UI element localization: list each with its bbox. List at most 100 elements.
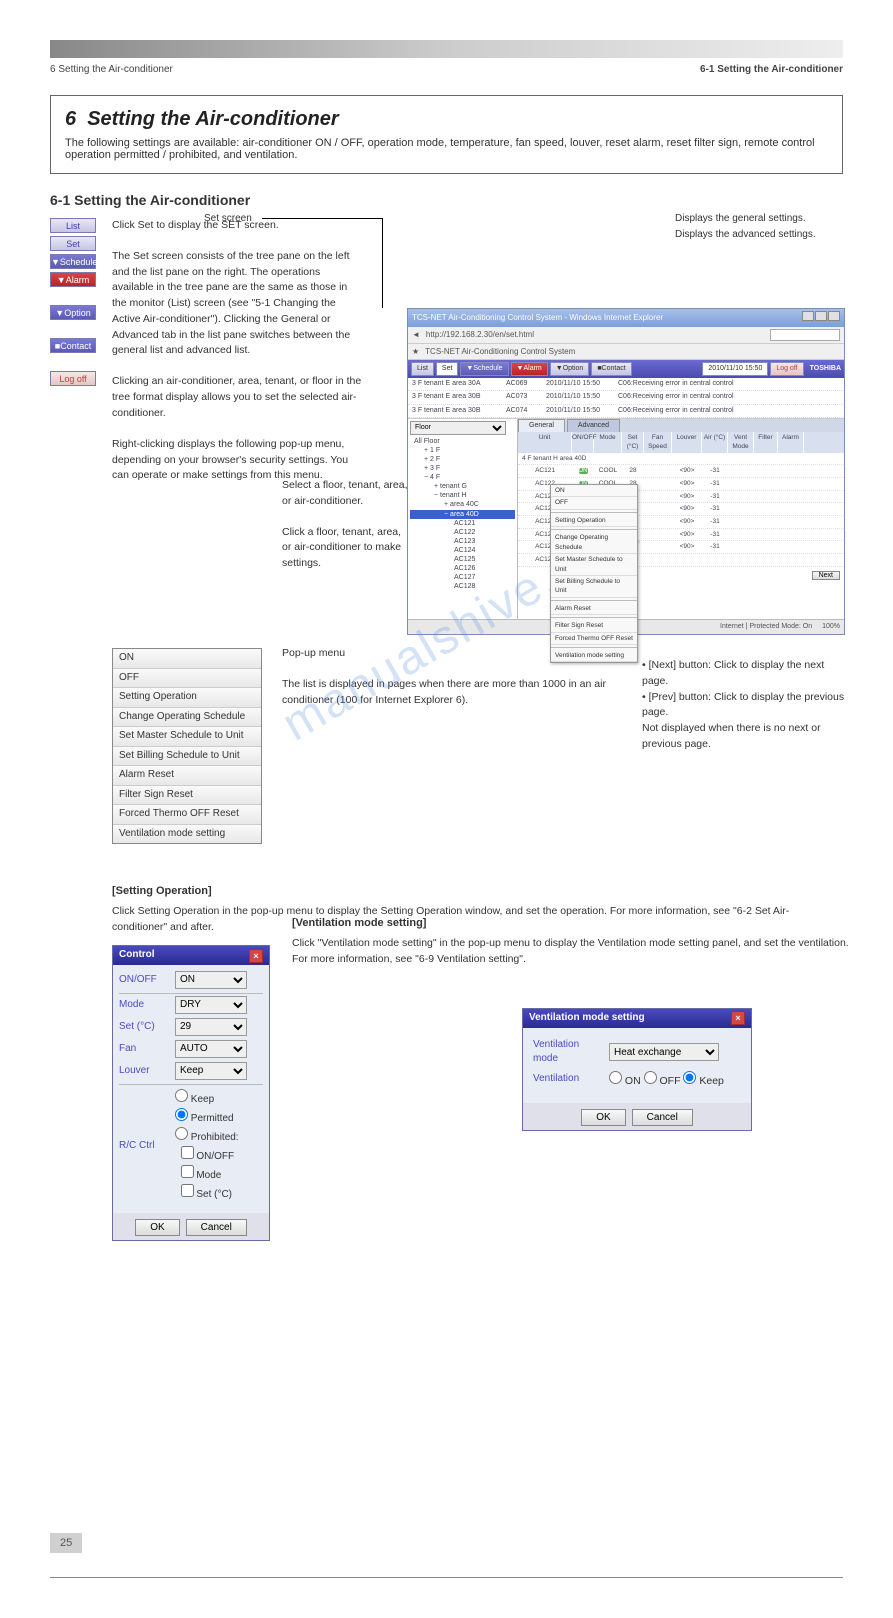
rc-prohibit-set[interactable]: Set (°C) bbox=[181, 1189, 232, 1200]
nav-contact-button[interactable]: ■Contact bbox=[50, 338, 96, 353]
nav-alarm-button[interactable]: ▼Alarm bbox=[50, 272, 96, 287]
vent-keep[interactable]: Keep bbox=[683, 1075, 723, 1087]
vent-mode-select[interactable]: Heat exchange bbox=[609, 1043, 719, 1061]
callout-general: Displays the general settings. bbox=[675, 212, 845, 227]
vent-cancel-button[interactable]: Cancel bbox=[632, 1109, 693, 1126]
tree-floor[interactable]: + 3 F bbox=[410, 464, 515, 473]
app-menubar: List Set ▼Schedule ▼Alarm ▼Option ■Conta… bbox=[408, 360, 844, 378]
set-select[interactable]: 29 bbox=[175, 1018, 247, 1036]
mode-select[interactable]: DRY bbox=[175, 996, 247, 1014]
ctx-item[interactable]: OFF bbox=[113, 669, 261, 689]
alarm-row: 3 F tenant E area 30BAC0742010/11/10 15:… bbox=[408, 405, 844, 418]
search-box[interactable] bbox=[770, 329, 840, 341]
rc-ctrl-label: R/C Ctrl bbox=[119, 1139, 169, 1154]
nav-logoff-button[interactable]: Log off bbox=[50, 371, 96, 386]
favorites-icon[interactable]: ★ bbox=[412, 346, 419, 358]
area-label: 4 F tenant H area 40D bbox=[518, 453, 844, 465]
ctx-item[interactable]: Ventilation mode setting bbox=[113, 825, 261, 844]
ctx-item[interactable]: Set Billing Schedule to Unit bbox=[113, 747, 261, 767]
tree-ac[interactable]: AC126 bbox=[410, 564, 515, 573]
vent-off[interactable]: OFF bbox=[644, 1075, 681, 1087]
alarm-list: 3 F tenant E area 30AAC0692010/11/10 15:… bbox=[408, 378, 844, 418]
vent-ok-button[interactable]: OK bbox=[581, 1109, 625, 1126]
rc-keep[interactable]: Keep bbox=[175, 1094, 214, 1105]
vent-mode-label: Ventilation mode bbox=[533, 1038, 603, 1067]
mb-option[interactable]: ▼Option bbox=[550, 362, 590, 376]
tree-ac[interactable]: AC128 bbox=[410, 582, 515, 591]
vent-label: Ventilation bbox=[533, 1072, 603, 1087]
tree-tenant[interactable]: − tenant H bbox=[410, 491, 515, 500]
mb-alarm[interactable]: ▼Alarm bbox=[511, 362, 548, 376]
nav-list-button[interactable]: List bbox=[50, 218, 96, 233]
tree-floor[interactable]: − 4 F bbox=[410, 473, 515, 482]
ctx-item[interactable]: Filter Sign Reset bbox=[113, 786, 261, 806]
nav-schedule-button[interactable]: ▼Schedule bbox=[50, 254, 96, 269]
brand-label: TOSHIBA bbox=[810, 364, 841, 374]
control-panel-title: Control bbox=[119, 948, 155, 963]
vent-on[interactable]: ON bbox=[609, 1075, 641, 1087]
subsection-title: 6-1 Setting the Air-conditioner bbox=[50, 192, 843, 208]
mb-logoff[interactable]: Log off bbox=[770, 362, 803, 376]
rc-permitted[interactable]: Permitted bbox=[175, 1113, 234, 1124]
louver-select[interactable]: Keep bbox=[175, 1062, 247, 1080]
tab-general[interactable]: General bbox=[518, 419, 565, 432]
ctx-item[interactable]: Alarm Reset bbox=[113, 766, 261, 786]
rc-prohibit-onoff[interactable]: ON/OFF bbox=[181, 1151, 235, 1162]
mb-schedule[interactable]: ▼Schedule bbox=[460, 362, 508, 376]
nav-back-icon[interactable]: ◄ bbox=[412, 329, 420, 341]
callout-select-tree: Select a floor, tenant, area, or air-con… bbox=[282, 478, 412, 510]
section-description: The following settings are available: ai… bbox=[65, 137, 828, 161]
footer-line bbox=[50, 1577, 843, 1578]
ctx-item[interactable]: Forced Thermo OFF Reset bbox=[113, 805, 261, 825]
tree-pane[interactable]: Floor All Floor + 1 F + 2 F + 3 F − 4 F … bbox=[408, 419, 518, 619]
control-cancel-button[interactable]: Cancel bbox=[186, 1219, 247, 1236]
tree-selector[interactable]: Floor bbox=[410, 421, 506, 435]
tab-advanced[interactable]: Advanced bbox=[567, 419, 620, 432]
close-icon[interactable]: × bbox=[731, 1011, 745, 1025]
tree-ac[interactable]: AC123 bbox=[410, 537, 515, 546]
context-menu-mini[interactable]: ON OFF Setting Operation Change Operatin… bbox=[550, 484, 638, 663]
louver-label: Louver bbox=[119, 1064, 169, 1079]
header-gradient-bar bbox=[50, 40, 843, 58]
tree-ac[interactable]: AC125 bbox=[410, 555, 515, 564]
ctx-item[interactable]: Setting Operation bbox=[113, 688, 261, 708]
context-menu-panel: ON OFF Setting Operation Change Operatin… bbox=[112, 648, 262, 844]
tree-tenant[interactable]: + tenant G bbox=[410, 482, 515, 491]
rc-prohibit-mode[interactable]: Mode bbox=[181, 1170, 222, 1181]
ctx-item[interactable]: Set Master Schedule to Unit bbox=[113, 727, 261, 747]
nav-option-button[interactable]: ▼Option bbox=[50, 305, 96, 320]
mb-list[interactable]: List bbox=[411, 362, 434, 376]
nav-set-button[interactable]: Set bbox=[50, 236, 96, 251]
page-number: 25 bbox=[50, 1533, 82, 1553]
control-ok-button[interactable]: OK bbox=[135, 1219, 179, 1236]
rc-prohibited[interactable]: Prohibited: bbox=[175, 1132, 239, 1143]
tree-floor[interactable]: + 2 F bbox=[410, 455, 515, 464]
tree-ac[interactable]: AC122 bbox=[410, 528, 515, 537]
next-button[interactable]: Next bbox=[812, 571, 840, 580]
tree-ac[interactable]: AC121 bbox=[410, 519, 515, 528]
onoff-select[interactable]: ON bbox=[175, 971, 247, 989]
section-number: 6 bbox=[65, 108, 76, 130]
control-panel: Control × ON/OFFON ModeDRY Set (°C)29 Fa… bbox=[112, 945, 270, 1241]
onoff-label: ON/OFF bbox=[119, 973, 169, 988]
ctx-item[interactable]: ON bbox=[113, 649, 261, 669]
address-bar[interactable]: ◄ http://192.168.2.30/en/set.html bbox=[408, 327, 844, 344]
tree-ac[interactable]: AC124 bbox=[410, 546, 515, 555]
fan-select[interactable]: AUTO bbox=[175, 1040, 247, 1058]
tree-ac[interactable]: AC127 bbox=[410, 573, 515, 582]
mb-contact[interactable]: ■Contact bbox=[591, 362, 631, 376]
ctx-item[interactable]: Change Operating Schedule bbox=[113, 708, 261, 728]
tab-label[interactable]: TCS-NET Air-Conditioning Control System bbox=[425, 346, 575, 358]
tree-area[interactable]: + area 40C bbox=[410, 500, 515, 509]
table-row[interactable]: AC121ONCOOL28<90>-31 bbox=[518, 465, 844, 478]
section-title: Setting the Air-conditioner bbox=[87, 108, 338, 130]
tree-floor[interactable]: + 1 F bbox=[410, 446, 515, 455]
mb-set[interactable]: Set bbox=[436, 362, 459, 376]
set-label: Set (°C) bbox=[119, 1020, 169, 1035]
window-buttons[interactable] bbox=[801, 311, 840, 325]
status-zone: Internet | Protected Mode: On bbox=[720, 622, 812, 632]
close-icon[interactable]: × bbox=[249, 949, 263, 963]
tree-root[interactable]: All Floor bbox=[410, 437, 515, 446]
tree-area-selected[interactable]: − area 40D bbox=[410, 510, 515, 519]
address-url: http://192.168.2.30/en/set.html bbox=[426, 329, 764, 341]
